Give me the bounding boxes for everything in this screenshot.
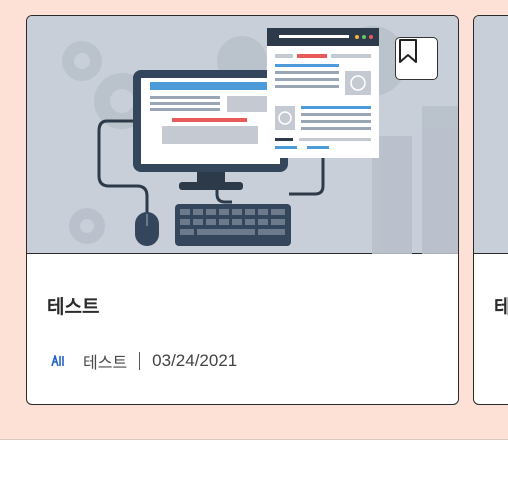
publish-date: 03/24/2021 bbox=[152, 351, 238, 370]
bookmark-button[interactable] bbox=[395, 37, 438, 80]
article-card[interactable]: 테스트 테스트 03/24/2021 bbox=[26, 15, 459, 405]
author-name: 테스트 bbox=[83, 353, 128, 372]
card-thumbnail bbox=[27, 16, 458, 254]
article-card-next[interactable]: 테 bbox=[473, 15, 508, 405]
meta-divider bbox=[139, 352, 141, 370]
card-title[interactable]: 테스트 bbox=[47, 292, 99, 319]
bookmark-icon bbox=[399, 39, 417, 63]
card-carousel: 테스트 테스트 03/24/2021 테 bbox=[0, 0, 508, 440]
card-title[interactable]: 테 bbox=[494, 292, 508, 319]
ai-logo-icon bbox=[47, 350, 69, 372]
card-thumbnail bbox=[474, 16, 508, 254]
card-meta: 테스트 03/24/2021 bbox=[47, 350, 237, 372]
